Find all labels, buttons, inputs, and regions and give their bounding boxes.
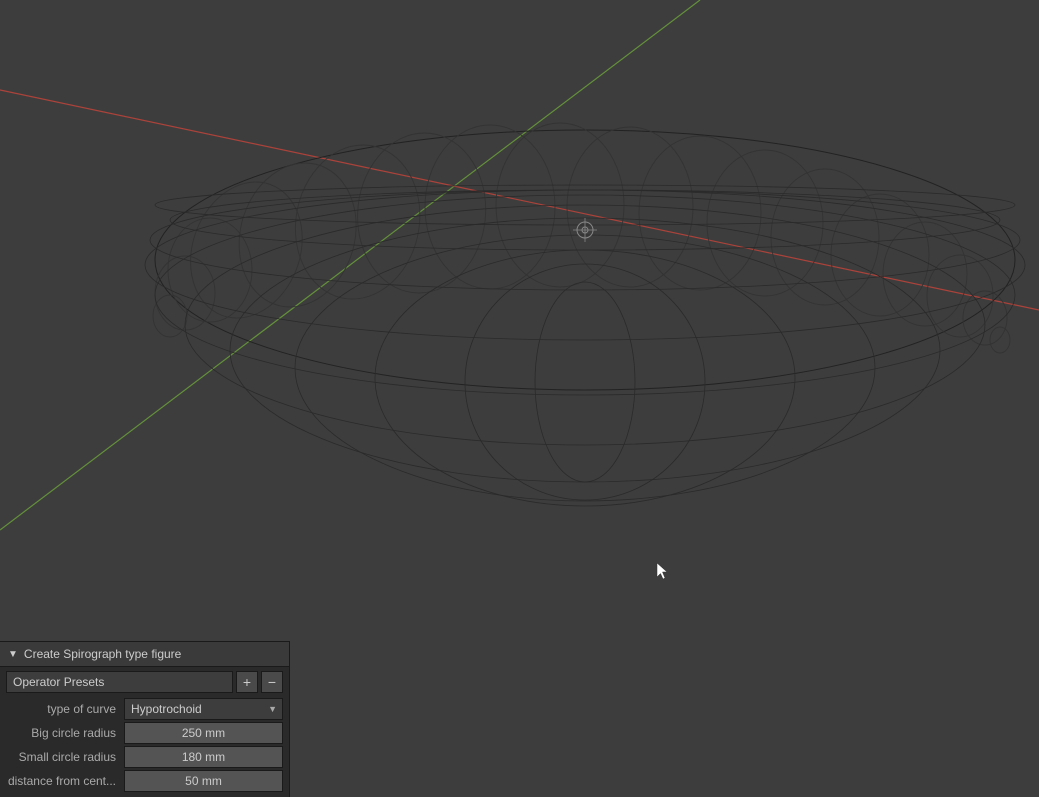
distance-from-center-field[interactable]: 50 mm (124, 770, 283, 792)
small-circle-radius-field[interactable]: 180 mm (124, 746, 283, 768)
spirograph-shape (145, 123, 1025, 506)
operator-presets-row: Operator Presets + − (0, 667, 289, 697)
type-of-curve-row: type of curve Hypotrochoid Epitrochoid S… (0, 697, 289, 721)
operator-panel: ▼ Create Spirograph type figure Operator… (0, 641, 290, 797)
type-of-curve-arrow-icon: ▼ (268, 704, 277, 714)
type-of-curve-select[interactable]: Hypotrochoid Epitrochoid Spirograph Liss… (131, 702, 276, 716)
big-circle-radius-field[interactable]: 250 mm (124, 722, 283, 744)
small-circle-radius-label: Small circle radius (6, 750, 124, 764)
distance-from-center-label: distance from cent... (6, 774, 124, 788)
small-circle-radius-row: Small circle radius 180 mm (0, 745, 289, 769)
type-of-curve-label: type of curve (6, 702, 124, 716)
operator-presets-dropdown[interactable]: Operator Presets (6, 671, 233, 693)
big-circle-radius-label: Big circle radius (6, 726, 124, 740)
panel-collapse-icon: ▼ (8, 649, 18, 660)
add-preset-button[interactable]: + (236, 671, 258, 693)
distance-from-center-row: distance from cent... 50 mm (0, 769, 289, 793)
big-circle-radius-row: Big circle radius 250 mm (0, 721, 289, 745)
remove-preset-button[interactable]: − (261, 671, 283, 693)
type-of-curve-value[interactable]: Hypotrochoid Epitrochoid Spirograph Liss… (124, 698, 283, 720)
panel-title: Create Spirograph type figure (24, 647, 181, 661)
panel-header[interactable]: ▼ Create Spirograph type figure (0, 642, 289, 667)
